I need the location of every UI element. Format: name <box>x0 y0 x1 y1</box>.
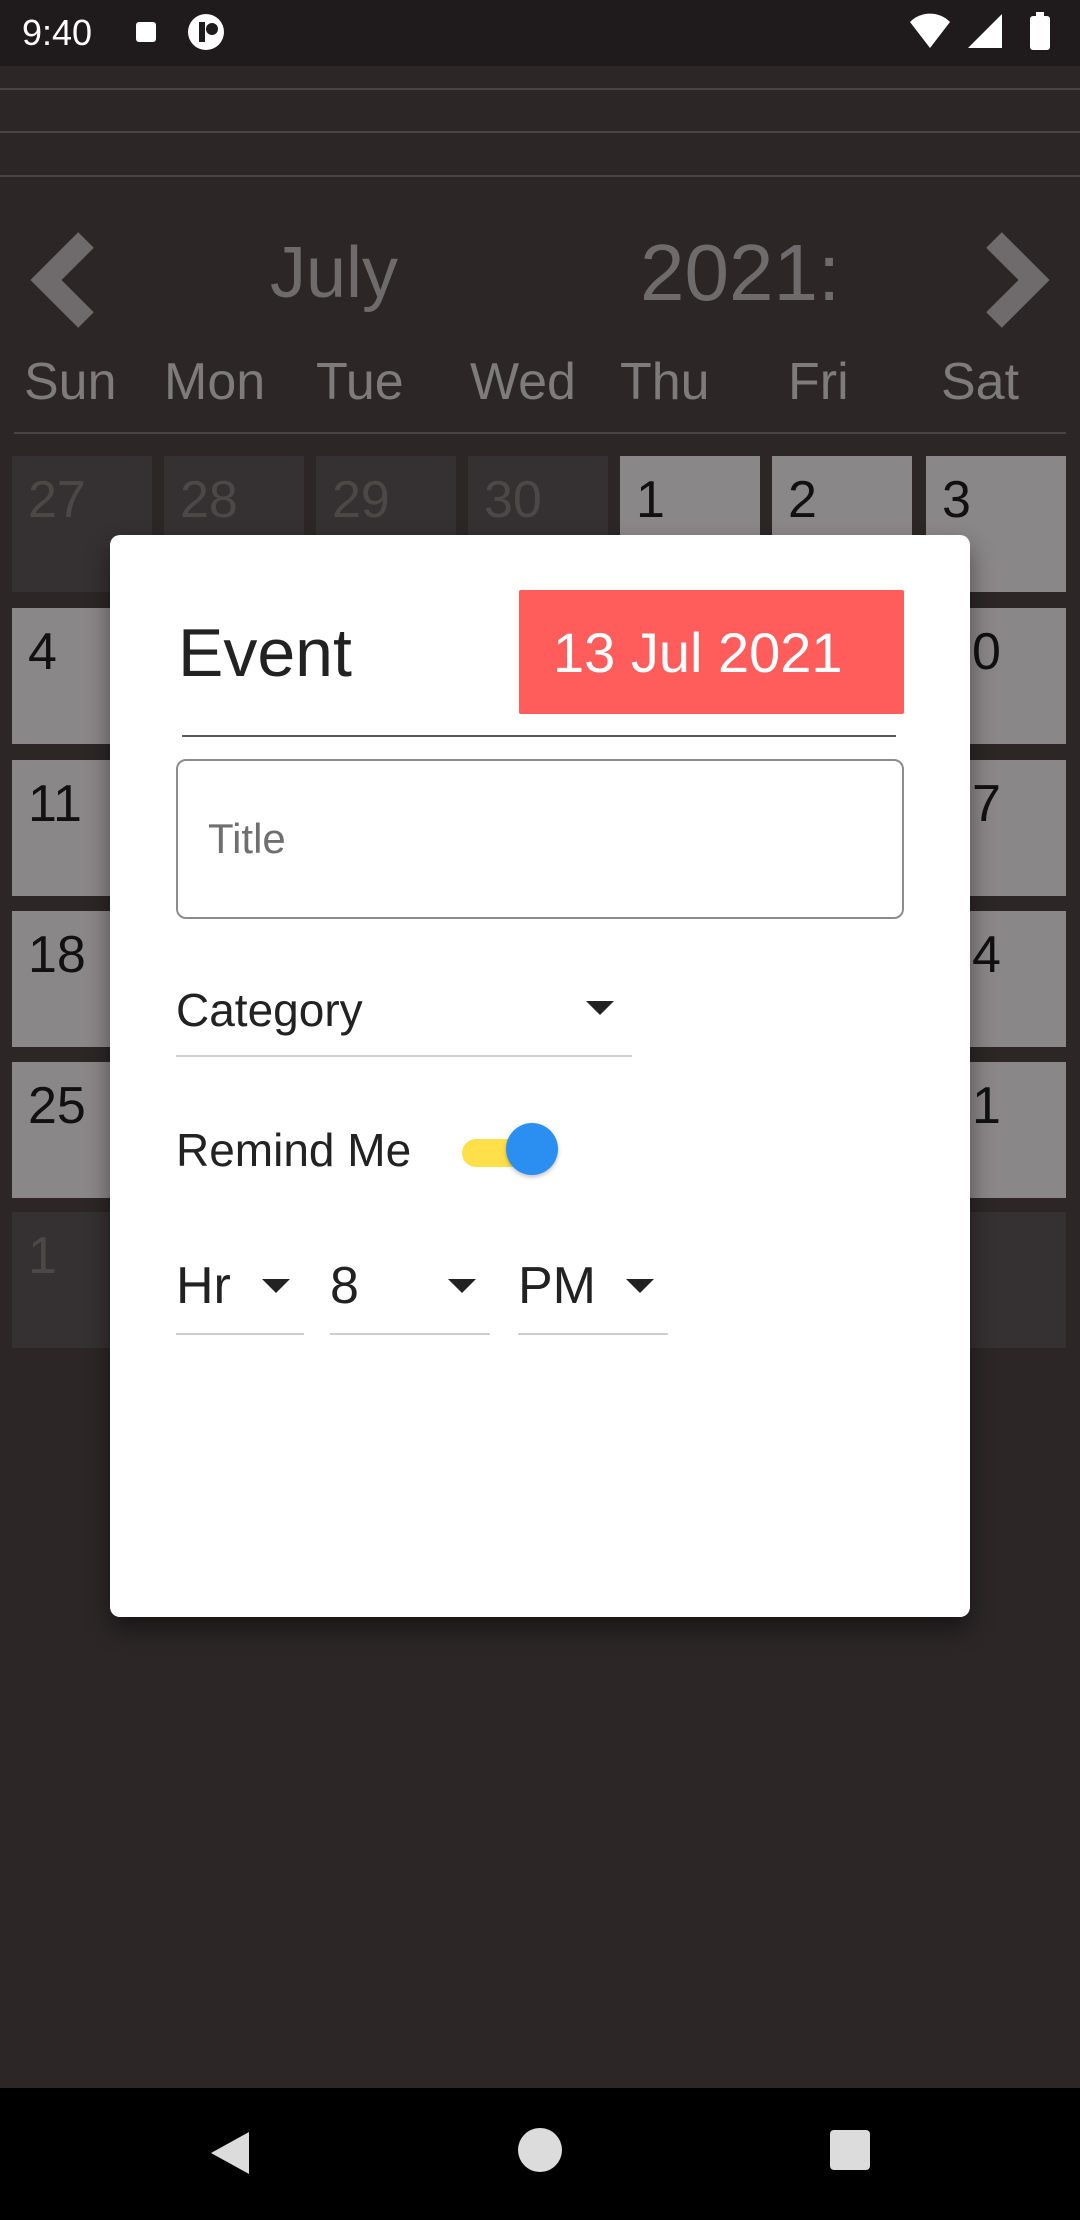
caret-down-icon <box>262 1279 290 1293</box>
status-time: 9:40 <box>22 12 93 53</box>
ampm-underline <box>518 1333 668 1335</box>
remind-row: Remind Me <box>176 1115 576 1185</box>
category-label: Category <box>176 984 363 1036</box>
home-icon[interactable] <box>518 2128 562 2172</box>
back-icon[interactable] <box>205 2128 255 2178</box>
hour-dropdown[interactable]: Hr <box>176 1243 304 1335</box>
dialog-title: Event <box>178 615 352 691</box>
caret-down-icon <box>626 1279 654 1293</box>
status-bar: 9:40 <box>0 0 1080 66</box>
time-row: Hr 8 PM <box>176 1243 696 1335</box>
remind-label: Remind Me <box>176 1124 412 1176</box>
battery-icon <box>1030 16 1050 50</box>
status-right-icons <box>910 12 1050 50</box>
category-underline <box>176 1055 632 1057</box>
ampm-dropdown[interactable]: PM <box>518 1243 668 1335</box>
title-input[interactable] <box>176 759 904 919</box>
recents-icon[interactable] <box>830 2130 870 2170</box>
ampm-value: PM <box>518 1257 596 1315</box>
remind-toggle[interactable] <box>462 1121 558 1175</box>
signal-icon <box>968 14 1002 48</box>
hour-label: Hr <box>176 1257 231 1315</box>
category-dropdown[interactable]: Category <box>176 975 632 1057</box>
caret-down-icon <box>586 1001 614 1015</box>
title-divider <box>182 735 896 737</box>
hour-value: 8 <box>330 1257 359 1315</box>
toggle-thumb <box>506 1123 558 1175</box>
wifi-icon <box>910 13 950 48</box>
date-badge-label: 13 Jul 2021 <box>553 620 843 684</box>
caret-down-icon <box>448 1279 476 1293</box>
hour-value-dropdown[interactable]: 8 <box>330 1243 490 1335</box>
date-badge[interactable]: 13 Jul 2021 <box>519 590 904 714</box>
hour-underline <box>176 1333 304 1335</box>
hour-value-underline <box>330 1333 490 1335</box>
stop-icon <box>136 22 156 42</box>
event-dialog: Event 13 Jul 2021 Category Remind Me Hr … <box>110 535 970 1617</box>
app-icon <box>188 14 224 50</box>
system-nav-bar <box>0 2088 1080 2220</box>
